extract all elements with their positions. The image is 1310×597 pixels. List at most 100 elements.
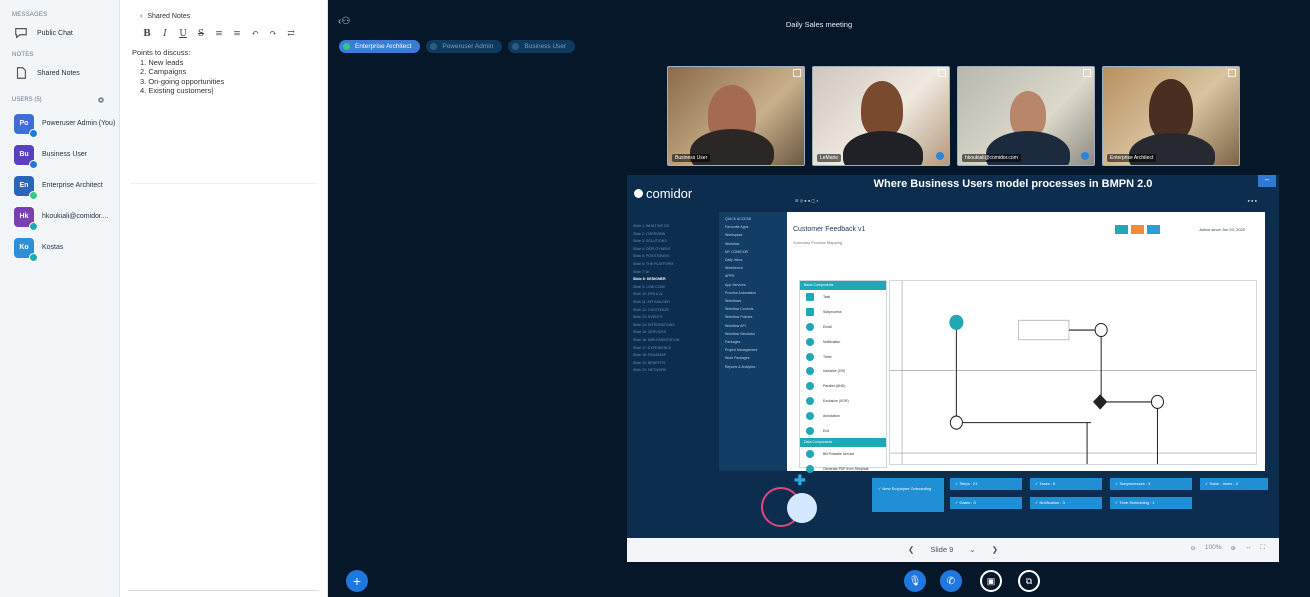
app-sidebar-item: Favourite Apps bbox=[725, 225, 749, 230]
mic-icon bbox=[936, 152, 944, 160]
notes-header[interactable]: ‹ Shared Notes bbox=[120, 0, 327, 20]
notes-item: 3. On-going opportunities bbox=[140, 76, 225, 86]
app-sidebar-item: Workflows bbox=[725, 299, 742, 304]
form-actions bbox=[1115, 225, 1160, 234]
redo-button[interactable]: ↷ bbox=[268, 29, 278, 39]
fullscreen-icon[interactable] bbox=[793, 69, 801, 77]
zoom-level: 100% bbox=[1204, 544, 1222, 551]
form-date: Active since Jun 20, 2020 bbox=[1199, 227, 1245, 232]
camera-button[interactable]: ▣ bbox=[980, 570, 1002, 592]
fullscreen-icon[interactable] bbox=[938, 69, 946, 77]
bpmn-diagram bbox=[890, 281, 1256, 464]
palette-item: End bbox=[800, 423, 886, 438]
app-sidebar-item: Project Management bbox=[725, 348, 758, 353]
slide-nav-item: Slide 10: RPA & AI bbox=[633, 292, 663, 297]
slide-title: Where Business Users model processes in … bbox=[873, 178, 1153, 190]
strikethrough-button[interactable]: S bbox=[196, 29, 206, 39]
webcam-tile[interactable]: Business User bbox=[667, 66, 805, 166]
palette-item-label: Parallel (AND) bbox=[823, 384, 846, 389]
user-list-item[interactable]: En Enterprise Architect bbox=[0, 170, 119, 201]
app-sidebar-item: Work Packages bbox=[725, 356, 750, 361]
app-sidebar-item: App Services bbox=[725, 282, 746, 287]
stat-badge: ✓ Steps : 21 bbox=[950, 478, 1022, 490]
app-sidebar-item: Workflow bbox=[725, 241, 740, 246]
palette-item-label: Email bbox=[823, 324, 832, 329]
form-tabs: Summary Process Mapping bbox=[793, 240, 843, 245]
main-top-bar: ‹⚇ Daily Sales meeting bbox=[328, 0, 1310, 36]
user-list-item[interactable]: Bu Business User bbox=[0, 139, 119, 170]
user-list-item[interactable]: Po Poweruser Admin (You) bbox=[0, 108, 119, 139]
notes-item: 1. New leads bbox=[140, 57, 184, 67]
clear-format-button[interactable]: ⇄ bbox=[286, 29, 296, 39]
public-chat-item[interactable]: Public Chat bbox=[0, 18, 119, 46]
underline-button[interactable]: U bbox=[178, 29, 188, 39]
zoom-in-icon[interactable]: ⊕ bbox=[1230, 544, 1235, 552]
slide-select[interactable]: Slide 9 bbox=[930, 545, 953, 554]
stat-badge: ✓ Time Scheduling : 1 bbox=[1110, 497, 1192, 509]
talker-indicator[interactable]: Enterprise Architect bbox=[339, 40, 421, 53]
next-slide-button[interactable]: ❯ bbox=[992, 545, 998, 554]
talker-name: Business User bbox=[524, 43, 567, 50]
italic-button[interactable]: I bbox=[160, 29, 170, 39]
fullscreen-icon[interactable] bbox=[1228, 69, 1236, 77]
user-list-item[interactable]: Ko Kostas bbox=[0, 232, 119, 263]
slide-nav-item: Slide 7: AI bbox=[633, 269, 650, 274]
shared-notes-panel: ‹ Shared Notes B I U S ≡ ≡ ↶ ↷ ⇄ Points t… bbox=[120, 0, 328, 597]
webcam-tile[interactable]: hkoukiali@comidor.com bbox=[957, 66, 1095, 166]
add-icon: ✚ bbox=[794, 472, 806, 488]
palette-item: Task bbox=[800, 290, 886, 305]
zoom-out-icon[interactable]: ⊖ bbox=[1190, 544, 1195, 552]
palette-item: Exclusive (XOR) bbox=[800, 394, 886, 409]
undo-button[interactable]: ↶ bbox=[250, 29, 260, 39]
prev-slide-button[interactable]: ❮ bbox=[908, 545, 914, 554]
slide-nav-item: Slide 9: LOW CODE bbox=[633, 284, 666, 289]
stat-badge: ✓ Gates : 5 bbox=[950, 497, 1022, 509]
fit-width-icon[interactable]: ↔ bbox=[1245, 544, 1252, 552]
palette-item-label: End bbox=[823, 428, 830, 433]
fullscreen-icon[interactable]: ⛶ bbox=[1260, 544, 1265, 552]
microphone-button[interactable]: 🎙 bbox=[904, 570, 926, 592]
webcam-tile[interactable]: LeMarie bbox=[812, 66, 950, 166]
user-list-item[interactable]: Hk hkoukiali@comidor.... bbox=[0, 201, 119, 232]
chevron-down-icon[interactable]: ⌄ bbox=[969, 545, 975, 554]
palette-item-label: Generate PDF from Template bbox=[823, 467, 869, 472]
avatar: Po bbox=[14, 113, 38, 138]
mic-icon bbox=[343, 43, 350, 50]
minimize-presentation-button[interactable]: – bbox=[1258, 175, 1276, 187]
component-icon bbox=[806, 367, 814, 376]
app-sidebar-item: Workflow Controls bbox=[725, 307, 754, 312]
palette-item-label: Exclusive (XOR) bbox=[823, 398, 849, 403]
screenshare-button[interactable]: ⧉ bbox=[1018, 570, 1040, 592]
bold-button[interactable]: B bbox=[142, 29, 152, 39]
slide-nav-item: Slide 13: EVENTS bbox=[633, 315, 663, 320]
component-icon bbox=[806, 382, 814, 391]
talker-indicator[interactable]: Poweruser Admin bbox=[426, 40, 503, 53]
webcam-tile[interactable]: Enterprise Architect bbox=[1102, 66, 1240, 166]
phone-button[interactable]: ✆ bbox=[940, 570, 962, 592]
app-sidebar-item: Workflow Simulator bbox=[725, 331, 756, 336]
mic-icon bbox=[430, 43, 438, 50]
notes-editor[interactable]: Points to discuss: 1. New leads 2. Campa… bbox=[120, 39, 327, 96]
shared-notes-item[interactable]: Shared Notes bbox=[0, 58, 119, 86]
app-sidebar-item: Daily Inbox bbox=[725, 258, 743, 263]
logo-mark-icon bbox=[634, 189, 643, 198]
palette-item: Inclusive (OR) bbox=[800, 364, 886, 379]
stat-badge: ✓ Notification : 3 bbox=[1030, 497, 1102, 509]
actions-button[interactable]: + bbox=[346, 570, 368, 592]
document-icon bbox=[16, 67, 26, 79]
bullet-list-button[interactable]: ≡ bbox=[232, 29, 242, 39]
avatar: Hk bbox=[14, 206, 38, 231]
component-icon bbox=[806, 352, 814, 361]
chevron-left-icon[interactable]: ‹ bbox=[140, 13, 142, 20]
zoom-controls: ⊖ 100% ⊕ ↔ ⛶ bbox=[1190, 544, 1265, 552]
slide-nav-list: Slide 1: WHAT WE DO Slide 2: OVERVIEW Slid… bbox=[633, 223, 709, 375]
ordered-list-button[interactable]: ≡ bbox=[214, 29, 224, 39]
avatar: En bbox=[14, 175, 38, 200]
chat-icon bbox=[15, 28, 27, 39]
fullscreen-icon[interactable] bbox=[1083, 69, 1091, 77]
participant-video-body bbox=[843, 131, 923, 165]
notes-section-title: NOTES bbox=[12, 52, 34, 58]
gear-icon[interactable] bbox=[97, 96, 105, 104]
palette-item: Notification bbox=[800, 334, 886, 349]
talker-indicator[interactable]: Business User bbox=[508, 40, 576, 53]
